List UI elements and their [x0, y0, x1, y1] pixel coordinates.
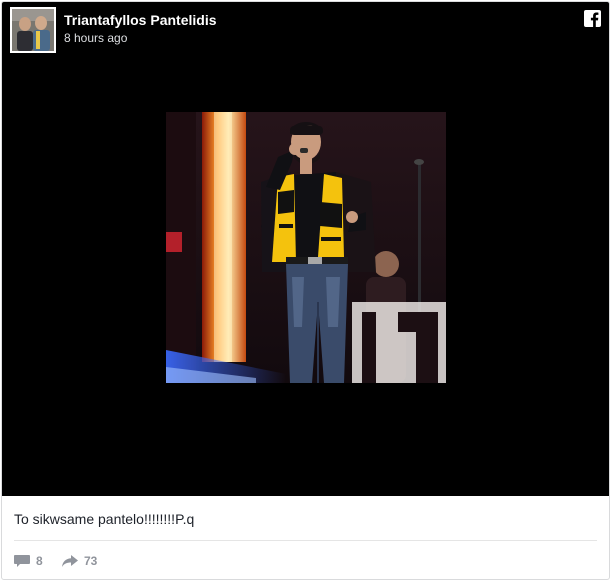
share-arrow-icon: [62, 555, 78, 567]
shares-count: 73: [84, 554, 98, 568]
post-caption: To sikwsame pantelo!!!!!!!!P.q: [14, 511, 195, 527]
divider: [14, 540, 597, 541]
avatar-image: [12, 9, 54, 51]
post-media-area[interactable]: Triantafyllos Pantelidis 8 hours ago: [2, 2, 609, 496]
author-avatar[interactable]: [10, 7, 56, 53]
shares-count-button[interactable]: 73: [62, 552, 97, 570]
concert-photo-image: [166, 112, 446, 383]
post-timestamp[interactable]: 8 hours ago: [64, 30, 127, 46]
post-photo[interactable]: [166, 112, 446, 383]
author-name[interactable]: Triantafyllos Pantelidis: [64, 11, 217, 29]
embedded-post: Triantafyllos Pantelidis 8 hours ago To …: [1, 1, 610, 580]
facebook-icon[interactable]: [584, 10, 601, 27]
comments-count: 8: [36, 554, 43, 568]
comment-icon: [14, 555, 30, 567]
comments-count-button[interactable]: 8: [14, 552, 43, 570]
